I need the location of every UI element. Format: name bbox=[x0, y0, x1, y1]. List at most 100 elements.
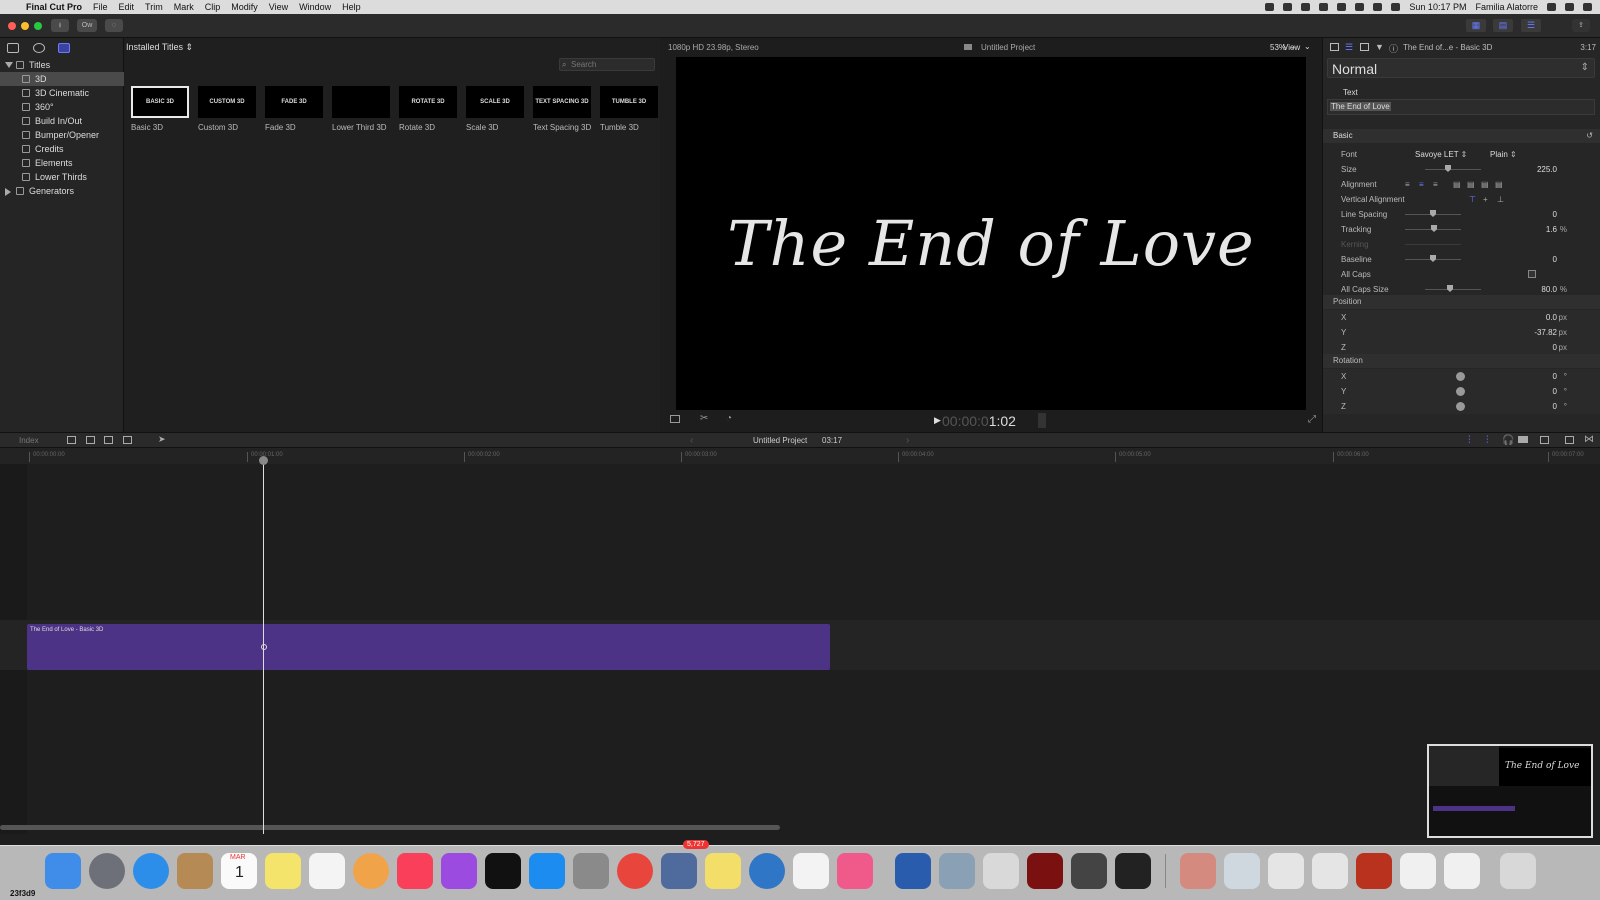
transitions-browser-icon[interactable]: ⋈ bbox=[1584, 434, 1594, 445]
mail-icon[interactable] bbox=[661, 853, 697, 889]
calendar-icon[interactable]: MAR 1 bbox=[221, 853, 257, 889]
timeline-forward-icon[interactable]: › bbox=[906, 435, 909, 446]
volume-icon[interactable] bbox=[1355, 3, 1365, 11]
menubar-clock[interactable]: Sun 10:17 PM bbox=[1409, 2, 1466, 12]
disclosure-open-icon[interactable] bbox=[5, 62, 13, 68]
cleanmymac-icon[interactable] bbox=[837, 853, 873, 889]
close-window-button[interactable] bbox=[8, 22, 16, 30]
menu-trim[interactable]: Trim bbox=[145, 2, 163, 12]
slider-knob[interactable] bbox=[1430, 210, 1436, 217]
zoom-window-button[interactable] bbox=[34, 22, 42, 30]
text-inspector-icon[interactable]: ☰ bbox=[1345, 42, 1353, 53]
title-preview-text[interactable]: The End of Love bbox=[676, 207, 1306, 280]
connect-clip-icon[interactable] bbox=[67, 436, 76, 444]
playhead-handle[interactable] bbox=[259, 456, 268, 465]
position-y-value[interactable]: -37.82 bbox=[1534, 325, 1557, 340]
line-spacing-slider[interactable] bbox=[1405, 210, 1461, 217]
libraries-icon[interactable] bbox=[7, 43, 19, 53]
position-x-value[interactable]: 0.0 bbox=[1546, 310, 1557, 325]
audio-skimming-icon[interactable]: ⫶ bbox=[1486, 435, 1489, 446]
downloads-stack-icon[interactable] bbox=[1224, 853, 1260, 889]
rotation-z-value[interactable]: 0 bbox=[1553, 399, 1557, 414]
sidebar-item-360[interactable]: 360° bbox=[0, 100, 124, 114]
title-thumb-fade-3d[interactable]: FADE 3D bbox=[265, 86, 323, 118]
viewer-canvas[interactable]: The End of Love bbox=[676, 57, 1306, 410]
slider-knob[interactable] bbox=[1430, 255, 1436, 262]
menu-help[interactable]: Help bbox=[342, 2, 361, 12]
title-thumb-text-spacing-3d[interactable]: TEXT SPACING 3D bbox=[533, 86, 591, 118]
menu-clip[interactable]: Clip bbox=[205, 2, 221, 12]
baseline-value[interactable]: 0 bbox=[1553, 252, 1557, 267]
valign-bottom-icon[interactable]: ⊥ bbox=[1497, 192, 1504, 207]
line-spacing-value[interactable]: 0 bbox=[1553, 207, 1557, 222]
align-left-icon[interactable]: ≡ bbox=[1405, 177, 1410, 192]
spotlight-icon[interactable] bbox=[1547, 3, 1556, 11]
flag-icon[interactable] bbox=[1373, 3, 1383, 11]
garageband-icon[interactable] bbox=[1071, 853, 1107, 889]
browser-layout-button[interactable]: ▦ bbox=[1466, 19, 1486, 32]
sidebar-item-3d[interactable]: 3D bbox=[0, 72, 124, 86]
keyword-button[interactable]: Ow bbox=[77, 19, 97, 32]
title-thumb-lower-third-3d[interactable] bbox=[332, 86, 390, 118]
titles-generators-icon[interactable] bbox=[58, 43, 70, 53]
info-icon[interactable]: ⓘ bbox=[1389, 42, 1398, 55]
share-button[interactable]: ⇪ bbox=[1572, 19, 1590, 32]
slider-knob[interactable] bbox=[1447, 285, 1453, 292]
overwrite-clip-icon[interactable] bbox=[123, 436, 132, 444]
skimming-icon[interactable]: ⫶ bbox=[1468, 435, 1471, 446]
position-z-value[interactable]: 0 bbox=[1553, 340, 1557, 355]
disclosure-closed-icon[interactable] bbox=[5, 188, 11, 196]
align-center-icon[interactable]: ≡ bbox=[1419, 177, 1424, 192]
word-doc-stack-icon[interactable] bbox=[1400, 853, 1436, 889]
wifi-icon[interactable] bbox=[1337, 3, 1347, 11]
rotation-z-dial[interactable] bbox=[1456, 402, 1465, 411]
menu-edit[interactable]: Edit bbox=[119, 2, 135, 12]
filter-icon[interactable]: ▼ bbox=[1375, 42, 1384, 52]
printer-icon[interactable] bbox=[983, 853, 1019, 889]
append-clip-icon[interactable] bbox=[104, 436, 113, 444]
sync-icon[interactable] bbox=[1283, 3, 1293, 11]
siri-icon[interactable] bbox=[1565, 3, 1574, 11]
sidebar-item-generators[interactable]: Generators bbox=[0, 184, 124, 198]
speed-icon[interactable]: ◔ bbox=[726, 413, 732, 424]
size-value[interactable]: 225.0 bbox=[1537, 162, 1557, 177]
system-preferences-icon[interactable] bbox=[573, 853, 609, 889]
timeline-scrollbar[interactable] bbox=[0, 825, 780, 830]
effects-browser-icon[interactable] bbox=[1565, 436, 1574, 444]
bluetooth-icon[interactable] bbox=[1319, 3, 1329, 11]
preset-popup[interactable]: Normal ⇕ bbox=[1327, 58, 1595, 78]
timeline-ruler[interactable]: 00:00:00:00 00:00:01:00 00:00:02:00 00:0… bbox=[0, 448, 1600, 464]
menu-mark[interactable]: Mark bbox=[174, 2, 194, 12]
sidebar-item-3d-cinematic[interactable]: 3D Cinematic bbox=[0, 86, 124, 100]
word-icon[interactable] bbox=[895, 853, 931, 889]
contacts-icon[interactable] bbox=[177, 853, 213, 889]
sidebar-item-titles[interactable]: Titles bbox=[0, 58, 124, 72]
podcasts-icon[interactable] bbox=[441, 853, 477, 889]
import-button[interactable]: ⭳ bbox=[51, 19, 69, 32]
menu-view[interactable]: View bbox=[269, 2, 288, 12]
clip-appearance-icon[interactable] bbox=[1540, 436, 1549, 444]
rotation-y-value[interactable]: 0 bbox=[1553, 384, 1557, 399]
align-right-icon[interactable]: ≡ bbox=[1433, 177, 1438, 192]
video-inspector-icon[interactable] bbox=[1330, 43, 1339, 51]
file-stack-icon[interactable] bbox=[1444, 853, 1480, 889]
play-button[interactable]: ▶ bbox=[934, 415, 941, 426]
tracking-value[interactable]: 1.6 bbox=[1546, 222, 1557, 237]
music-icon[interactable] bbox=[397, 853, 433, 889]
apple-tv-icon[interactable] bbox=[485, 853, 521, 889]
justify-left-icon[interactable]: ▤ bbox=[1453, 177, 1461, 192]
select-tool-icon[interactable]: ➤ bbox=[158, 434, 166, 445]
title-clip[interactable]: The End of Love - Basic 3D bbox=[27, 624, 830, 670]
title-thumb-scale-3d[interactable]: SCALE 3D bbox=[466, 86, 524, 118]
chrome-icon[interactable] bbox=[617, 853, 653, 889]
safari-icon[interactable] bbox=[133, 853, 169, 889]
folder-stack-icon[interactable] bbox=[1180, 853, 1216, 889]
menu-file[interactable]: File bbox=[93, 2, 108, 12]
rotation-y-dial[interactable] bbox=[1456, 387, 1465, 396]
rotation-x-dial[interactable] bbox=[1456, 372, 1465, 381]
flash-icon[interactable] bbox=[1027, 853, 1063, 889]
timeline-back-icon[interactable]: ‹ bbox=[690, 435, 693, 446]
document-stack-icon[interactable] bbox=[1312, 853, 1348, 889]
rotation-x-value[interactable]: 0 bbox=[1553, 369, 1557, 384]
reminders-icon[interactable] bbox=[309, 853, 345, 889]
